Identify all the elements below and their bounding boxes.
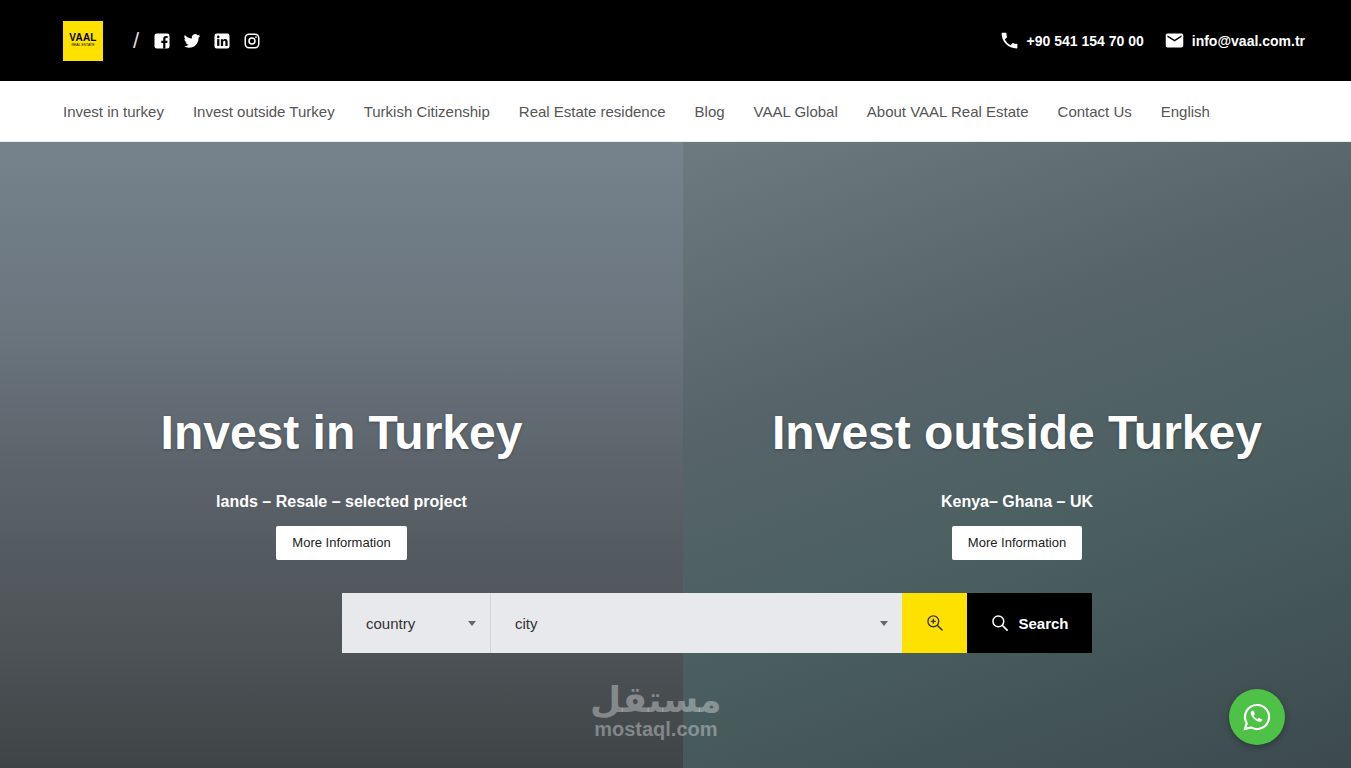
top-bar: VAALREAL ESTATE / +90 541 154 70 00 info@va… xyxy=(0,0,1351,81)
dropdown-caret-icon xyxy=(880,621,888,626)
phone-contact[interactable]: +90 541 154 70 00 xyxy=(999,30,1144,51)
facebook-icon[interactable] xyxy=(153,32,171,50)
nav-item[interactable]: VAAL Global xyxy=(754,103,838,120)
logo-name: VAAL xyxy=(69,33,96,43)
advanced-search-button[interactable] xyxy=(902,593,967,653)
watermark-arabic: مستقل xyxy=(590,682,722,718)
nav-item[interactable]: Contact Us xyxy=(1058,103,1132,120)
top-left: VAALREAL ESTATE / xyxy=(63,21,261,61)
city-label: city xyxy=(515,615,538,632)
hero-panel: Invest outside Turkey Kenya– Ghana – UK Mo… xyxy=(683,142,1351,768)
search-bar: country city Search xyxy=(342,593,1092,653)
panel-title: Invest outside Turkey xyxy=(772,404,1262,462)
email-address[interactable]: info@vaal.com.tr xyxy=(1192,33,1305,49)
zoom-in-icon xyxy=(925,613,945,633)
mail-icon xyxy=(1164,30,1185,51)
more-info-button[interactable]: More Information xyxy=(952,526,1082,560)
search-icon xyxy=(990,613,1010,633)
logo[interactable]: VAALREAL ESTATE xyxy=(63,21,103,61)
nav-item[interactable]: About VAAL Real Estate xyxy=(867,103,1029,120)
watermark: مستقلmostaql.com xyxy=(590,682,722,740)
nav-item[interactable]: English xyxy=(1161,103,1210,120)
social-links xyxy=(153,32,261,50)
whatsapp-button[interactable] xyxy=(1229,689,1285,745)
nav-item[interactable]: Turkish Citizenship xyxy=(364,103,490,120)
country-label: country xyxy=(366,615,415,632)
hero-panel: Invest in Turkey lands – Resale – selecte… xyxy=(0,142,683,768)
nav-item[interactable]: Invest outside Turkey xyxy=(193,103,335,120)
more-info-button[interactable]: More Information xyxy=(276,526,406,560)
logo-tagline: REAL ESTATE xyxy=(71,44,94,48)
phone-icon xyxy=(999,30,1020,51)
search-button[interactable]: Search xyxy=(967,593,1092,653)
hero: Invest in Turkey lands – Resale – selecte… xyxy=(0,142,1351,768)
phone-number[interactable]: +90 541 154 70 00 xyxy=(1027,33,1144,49)
dropdown-caret-icon xyxy=(468,621,476,626)
city-select[interactable]: city xyxy=(491,593,902,653)
separator: / xyxy=(133,28,139,54)
panel-subtitle: lands – Resale – selected project xyxy=(216,492,467,512)
panel-title: Invest in Turkey xyxy=(161,404,523,462)
linkedin-icon[interactable] xyxy=(213,32,231,50)
nav-item[interactable]: Blog xyxy=(695,103,725,120)
panel-subtitle: Kenya– Ghana – UK xyxy=(941,492,1093,512)
twitter-icon[interactable] xyxy=(183,32,201,50)
search-label: Search xyxy=(1018,615,1068,632)
watermark-latin: mostaql.com xyxy=(594,718,717,740)
email-contact[interactable]: info@vaal.com.tr xyxy=(1164,30,1305,51)
country-select[interactable]: country xyxy=(342,593,491,653)
nav-item[interactable]: Invest in turkey xyxy=(63,103,164,120)
main-nav: Invest in turkey Invest outside Turkey Tur… xyxy=(0,81,1351,142)
instagram-icon[interactable] xyxy=(243,32,261,50)
nav-item[interactable]: Real Estate residence xyxy=(519,103,666,120)
contact-info: +90 541 154 70 00 info@vaal.com.tr xyxy=(999,30,1305,51)
whatsapp-icon xyxy=(1241,701,1273,733)
